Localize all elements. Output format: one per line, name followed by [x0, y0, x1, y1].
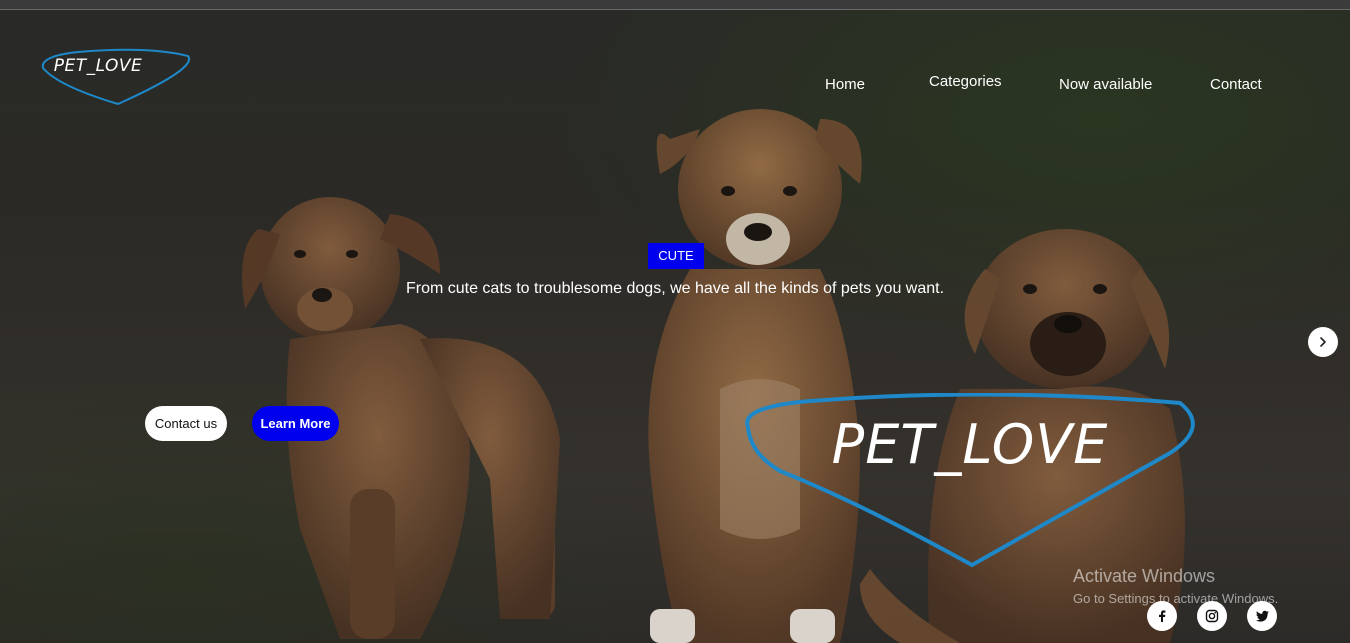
- logo-small-text: PET_LOVE: [53, 56, 143, 76]
- carousel-next-button[interactable]: [1308, 327, 1338, 357]
- learn-more-button[interactable]: Learn More: [252, 406, 339, 441]
- logo-big-text: PET_LOVE: [831, 413, 1109, 476]
- watermark-subtitle: Go to Settings to activate Windows.: [1073, 591, 1279, 606]
- browser-top-edge: [0, 0, 1350, 10]
- instagram-button[interactable]: [1197, 601, 1227, 631]
- facebook-button[interactable]: [1147, 601, 1177, 631]
- contact-us-button[interactable]: Contact us: [145, 406, 227, 441]
- nav-contact[interactable]: Contact: [1210, 76, 1262, 93]
- twitter-button[interactable]: [1247, 601, 1277, 631]
- activate-windows-watermark: Activate Windows Go to Settings to activ…: [1073, 566, 1278, 606]
- instagram-icon: [1205, 609, 1219, 623]
- nav-now-available[interactable]: Now available: [1059, 76, 1152, 93]
- nav-categories[interactable]: Categories: [929, 73, 1002, 90]
- twitter-icon: [1255, 610, 1269, 622]
- logo-big: PET_LOVE: [740, 392, 1200, 573]
- chevron-right-icon: [1320, 337, 1326, 347]
- main-nav: Home Categories Now available Contact: [790, 72, 1290, 96]
- logo-small[interactable]: PET_LOVE: [38, 48, 194, 110]
- facebook-icon: [1159, 610, 1166, 622]
- page: PET_LOVE Home Categories Now available C…: [0, 0, 1350, 643]
- watermark-title: Activate Windows: [1073, 566, 1216, 586]
- cute-badge: CUTE: [648, 243, 704, 269]
- nav-home[interactable]: Home: [825, 76, 865, 93]
- hero-tagline: From cute cats to troublesome dogs, we h…: [405, 280, 945, 297]
